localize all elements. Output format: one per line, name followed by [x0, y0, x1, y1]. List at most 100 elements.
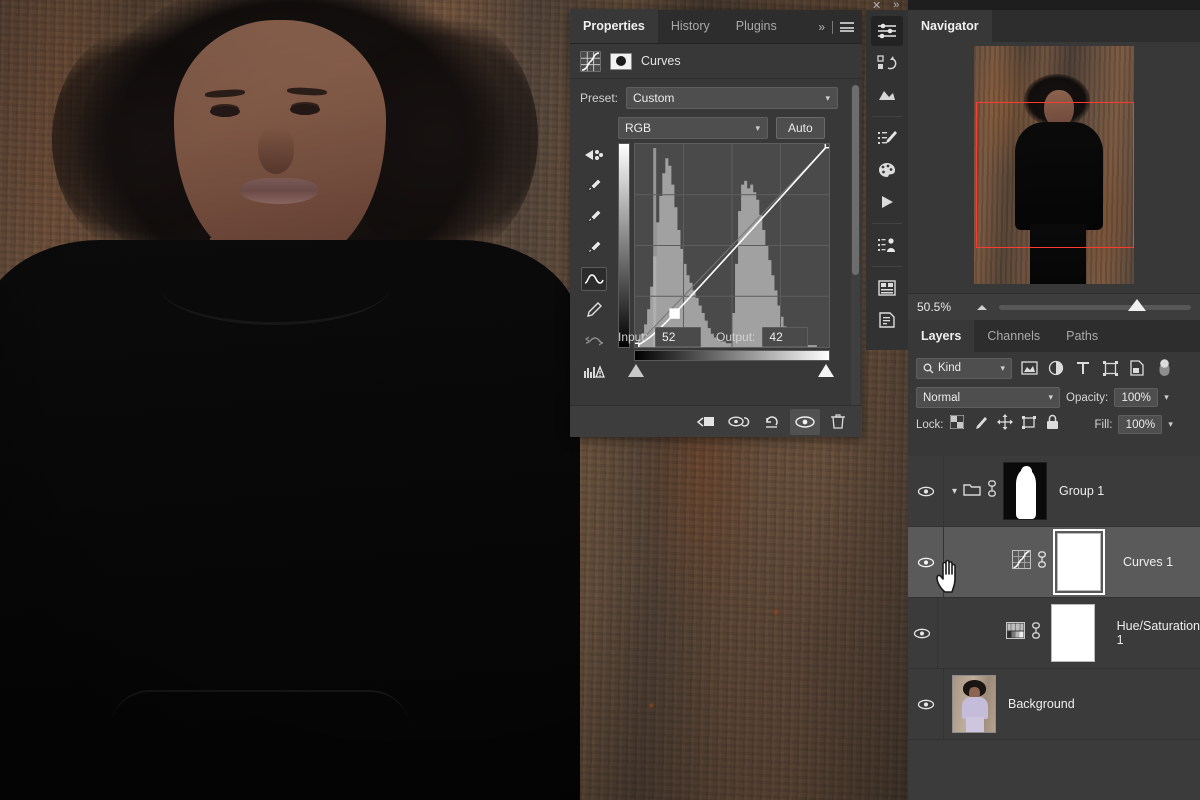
- navigator-view-box[interactable]: [976, 102, 1134, 248]
- input-field[interactable]: 52: [655, 327, 701, 347]
- brushes-panel-icon[interactable]: [871, 123, 903, 153]
- toggle-previous-state-icon[interactable]: [724, 409, 754, 435]
- zoom-slider-thumb[interactable]: [1128, 299, 1146, 311]
- overflow-chevron-icon[interactable]: »: [818, 20, 825, 34]
- navigator-panel: Navigator 50.5%: [908, 10, 1200, 320]
- link-icon[interactable]: [987, 480, 997, 502]
- swatches-panel-icon[interactable]: [871, 155, 903, 185]
- preset-row: Preset: Custom ▾: [580, 87, 852, 109]
- table-row[interactable]: Background: [908, 669, 1200, 740]
- filter-adjustment-layers-icon[interactable]: [1046, 358, 1066, 378]
- layer-visibility-toggle[interactable]: [908, 669, 944, 739]
- properties-scrollbar[interactable]: [851, 85, 860, 425]
- black-point-eyedropper-icon[interactable]: [581, 174, 607, 198]
- history-panel-icon[interactable]: [871, 48, 903, 78]
- face: [174, 20, 386, 266]
- gray-point-eyedropper-icon[interactable]: [581, 205, 607, 229]
- table-row[interactable]: Hue/Saturation 1: [908, 598, 1200, 669]
- tab-history[interactable]: History: [658, 9, 723, 43]
- navigator-preview-area[interactable]: [908, 42, 1200, 287]
- tab-properties[interactable]: Properties: [570, 9, 658, 43]
- output-field[interactable]: 42: [762, 327, 808, 347]
- table-row[interactable]: ▾ Group 1: [908, 456, 1200, 527]
- adjustments-panel-icon[interactable]: [871, 16, 903, 46]
- blend-mode-select[interactable]: Normal ▾: [916, 387, 1060, 408]
- curve-graph[interactable]: [634, 143, 830, 348]
- curve-point-tool-icon[interactable]: [581, 267, 607, 291]
- properties-panel: Properties History Plugins »: [570, 10, 862, 437]
- chevron-down-icon[interactable]: ▾: [1168, 419, 1173, 430]
- chevron-down-icon[interactable]: ▾: [952, 486, 957, 497]
- filter-type-layers-icon[interactable]: [1073, 358, 1093, 378]
- chevron-down-icon[interactable]: ▾: [1164, 392, 1169, 403]
- curves-adjustment-icon[interactable]: [1012, 550, 1031, 574]
- layer-mask-thumbnail[interactable]: [610, 53, 632, 70]
- layer-visibility-toggle[interactable]: [908, 598, 938, 668]
- layer-visibility-toggle[interactable]: [908, 456, 944, 526]
- pencil-draw-curve-icon[interactable]: [581, 298, 607, 322]
- toggle-visibility-icon[interactable]: [790, 409, 820, 435]
- on-image-adjustment-icon[interactable]: [581, 143, 607, 167]
- lock-position-icon[interactable]: [997, 414, 1013, 435]
- layer-visibility-toggle[interactable]: [908, 527, 944, 597]
- lock-all-icon[interactable]: [1046, 414, 1059, 435]
- eyebrow-left: [205, 89, 245, 99]
- output-label: Output:: [716, 330, 755, 344]
- channel-select[interactable]: RGB ▾: [618, 117, 768, 139]
- actions-play-icon[interactable]: [871, 187, 903, 217]
- black-hoodie: [0, 240, 580, 800]
- white-point-eyedropper-icon[interactable]: [581, 236, 607, 260]
- patterns-panel-icon[interactable]: [871, 80, 903, 110]
- tab-channels[interactable]: Channels: [974, 320, 1053, 352]
- tab-plugins[interactable]: Plugins: [723, 9, 790, 43]
- divider: [872, 116, 902, 117]
- lock-image-pixels-icon[interactable]: [973, 415, 988, 435]
- group-mask-thumbnail[interactable]: [1003, 462, 1047, 520]
- layer-name[interactable]: Curves 1: [1123, 555, 1173, 569]
- layer-mask-thumbnail[interactable]: [1057, 533, 1101, 591]
- eye-right: [290, 104, 320, 115]
- blend-mode-value: Normal: [923, 392, 960, 404]
- layer-name[interactable]: Group 1: [1059, 484, 1104, 498]
- tab-navigator[interactable]: Navigator: [908, 10, 992, 42]
- layer-thumbnail[interactable]: [952, 675, 996, 733]
- filter-smart-object-icon[interactable]: [1127, 358, 1147, 378]
- filter-pixel-layers-icon[interactable]: [1019, 358, 1039, 378]
- smooth-curve-icon[interactable]: [581, 329, 607, 353]
- layer-comps-icon[interactable]: [871, 273, 903, 303]
- filter-toggle-switch-icon[interactable]: [1154, 358, 1174, 378]
- auto-button[interactable]: Auto: [776, 117, 825, 139]
- link-icon[interactable]: [1031, 622, 1041, 644]
- reset-adjustment-icon[interactable]: [757, 409, 787, 435]
- zoom-slider[interactable]: [999, 305, 1191, 310]
- notes-panel-icon[interactable]: [871, 305, 903, 335]
- hue-saturation-adjustment-icon[interactable]: [1006, 622, 1025, 644]
- white-point-slider[interactable]: [818, 364, 834, 377]
- preset-select[interactable]: Custom ▾: [626, 87, 838, 109]
- lock-artboard-nesting-icon[interactable]: [1022, 415, 1037, 435]
- table-row[interactable]: Curves 1: [908, 527, 1200, 598]
- filter-shape-layers-icon[interactable]: [1100, 358, 1120, 378]
- eye-icon: [917, 486, 935, 497]
- clip-to-layer-icon[interactable]: [691, 409, 721, 435]
- lock-transparent-pixels-icon[interactable]: [950, 415, 964, 434]
- black-point-slider[interactable]: [628, 364, 644, 377]
- zoom-out-icon[interactable]: [974, 298, 990, 316]
- link-icon[interactable]: [1037, 551, 1047, 573]
- delete-adjustment-icon[interactable]: [823, 409, 853, 435]
- layer-name[interactable]: Background: [1008, 697, 1075, 711]
- clipping-warning-icon[interactable]: [581, 360, 607, 384]
- layer-thumbs: [944, 675, 996, 733]
- fill-value[interactable]: 100%: [1118, 415, 1162, 434]
- photoshop-window: ✕ » Properties History Plugins »: [0, 0, 1200, 800]
- navigator-thumbnail[interactable]: [974, 46, 1134, 284]
- opacity-value[interactable]: 100%: [1114, 388, 1158, 407]
- filter-kind-select[interactable]: Kind ▾: [916, 358, 1012, 379]
- tab-layers[interactable]: Layers: [908, 320, 974, 352]
- layer-name[interactable]: Hue/Saturation 1: [1117, 619, 1200, 647]
- tab-paths[interactable]: Paths: [1053, 320, 1111, 352]
- zoom-level-value[interactable]: 50.5%: [917, 300, 965, 314]
- clone-source-icon[interactable]: [871, 230, 903, 260]
- hamburger-menu-icon[interactable]: [840, 22, 854, 32]
- layer-mask-thumbnail[interactable]: [1051, 604, 1095, 662]
